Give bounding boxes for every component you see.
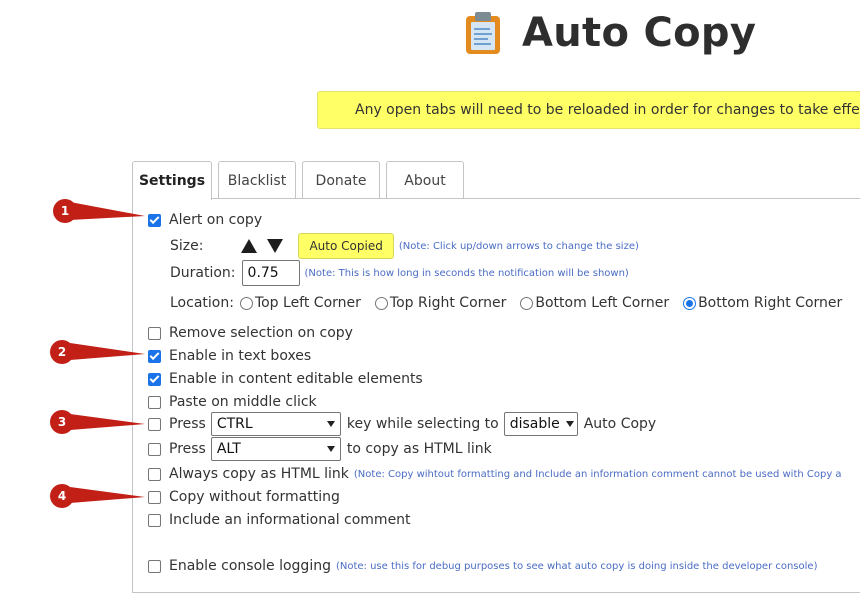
pointer-2	[70, 343, 145, 360]
pointer-1	[70, 202, 145, 220]
annotation-pointers	[70, 202, 145, 503]
tab-settings[interactable]: Settings	[132, 161, 212, 200]
pointer-3	[70, 414, 145, 430]
marker-1: 1	[53, 199, 77, 223]
marker-4: 4	[50, 484, 74, 508]
marker-2: 2	[50, 340, 74, 364]
pointer-4	[70, 487, 145, 503]
marker-3: 3	[50, 410, 74, 434]
